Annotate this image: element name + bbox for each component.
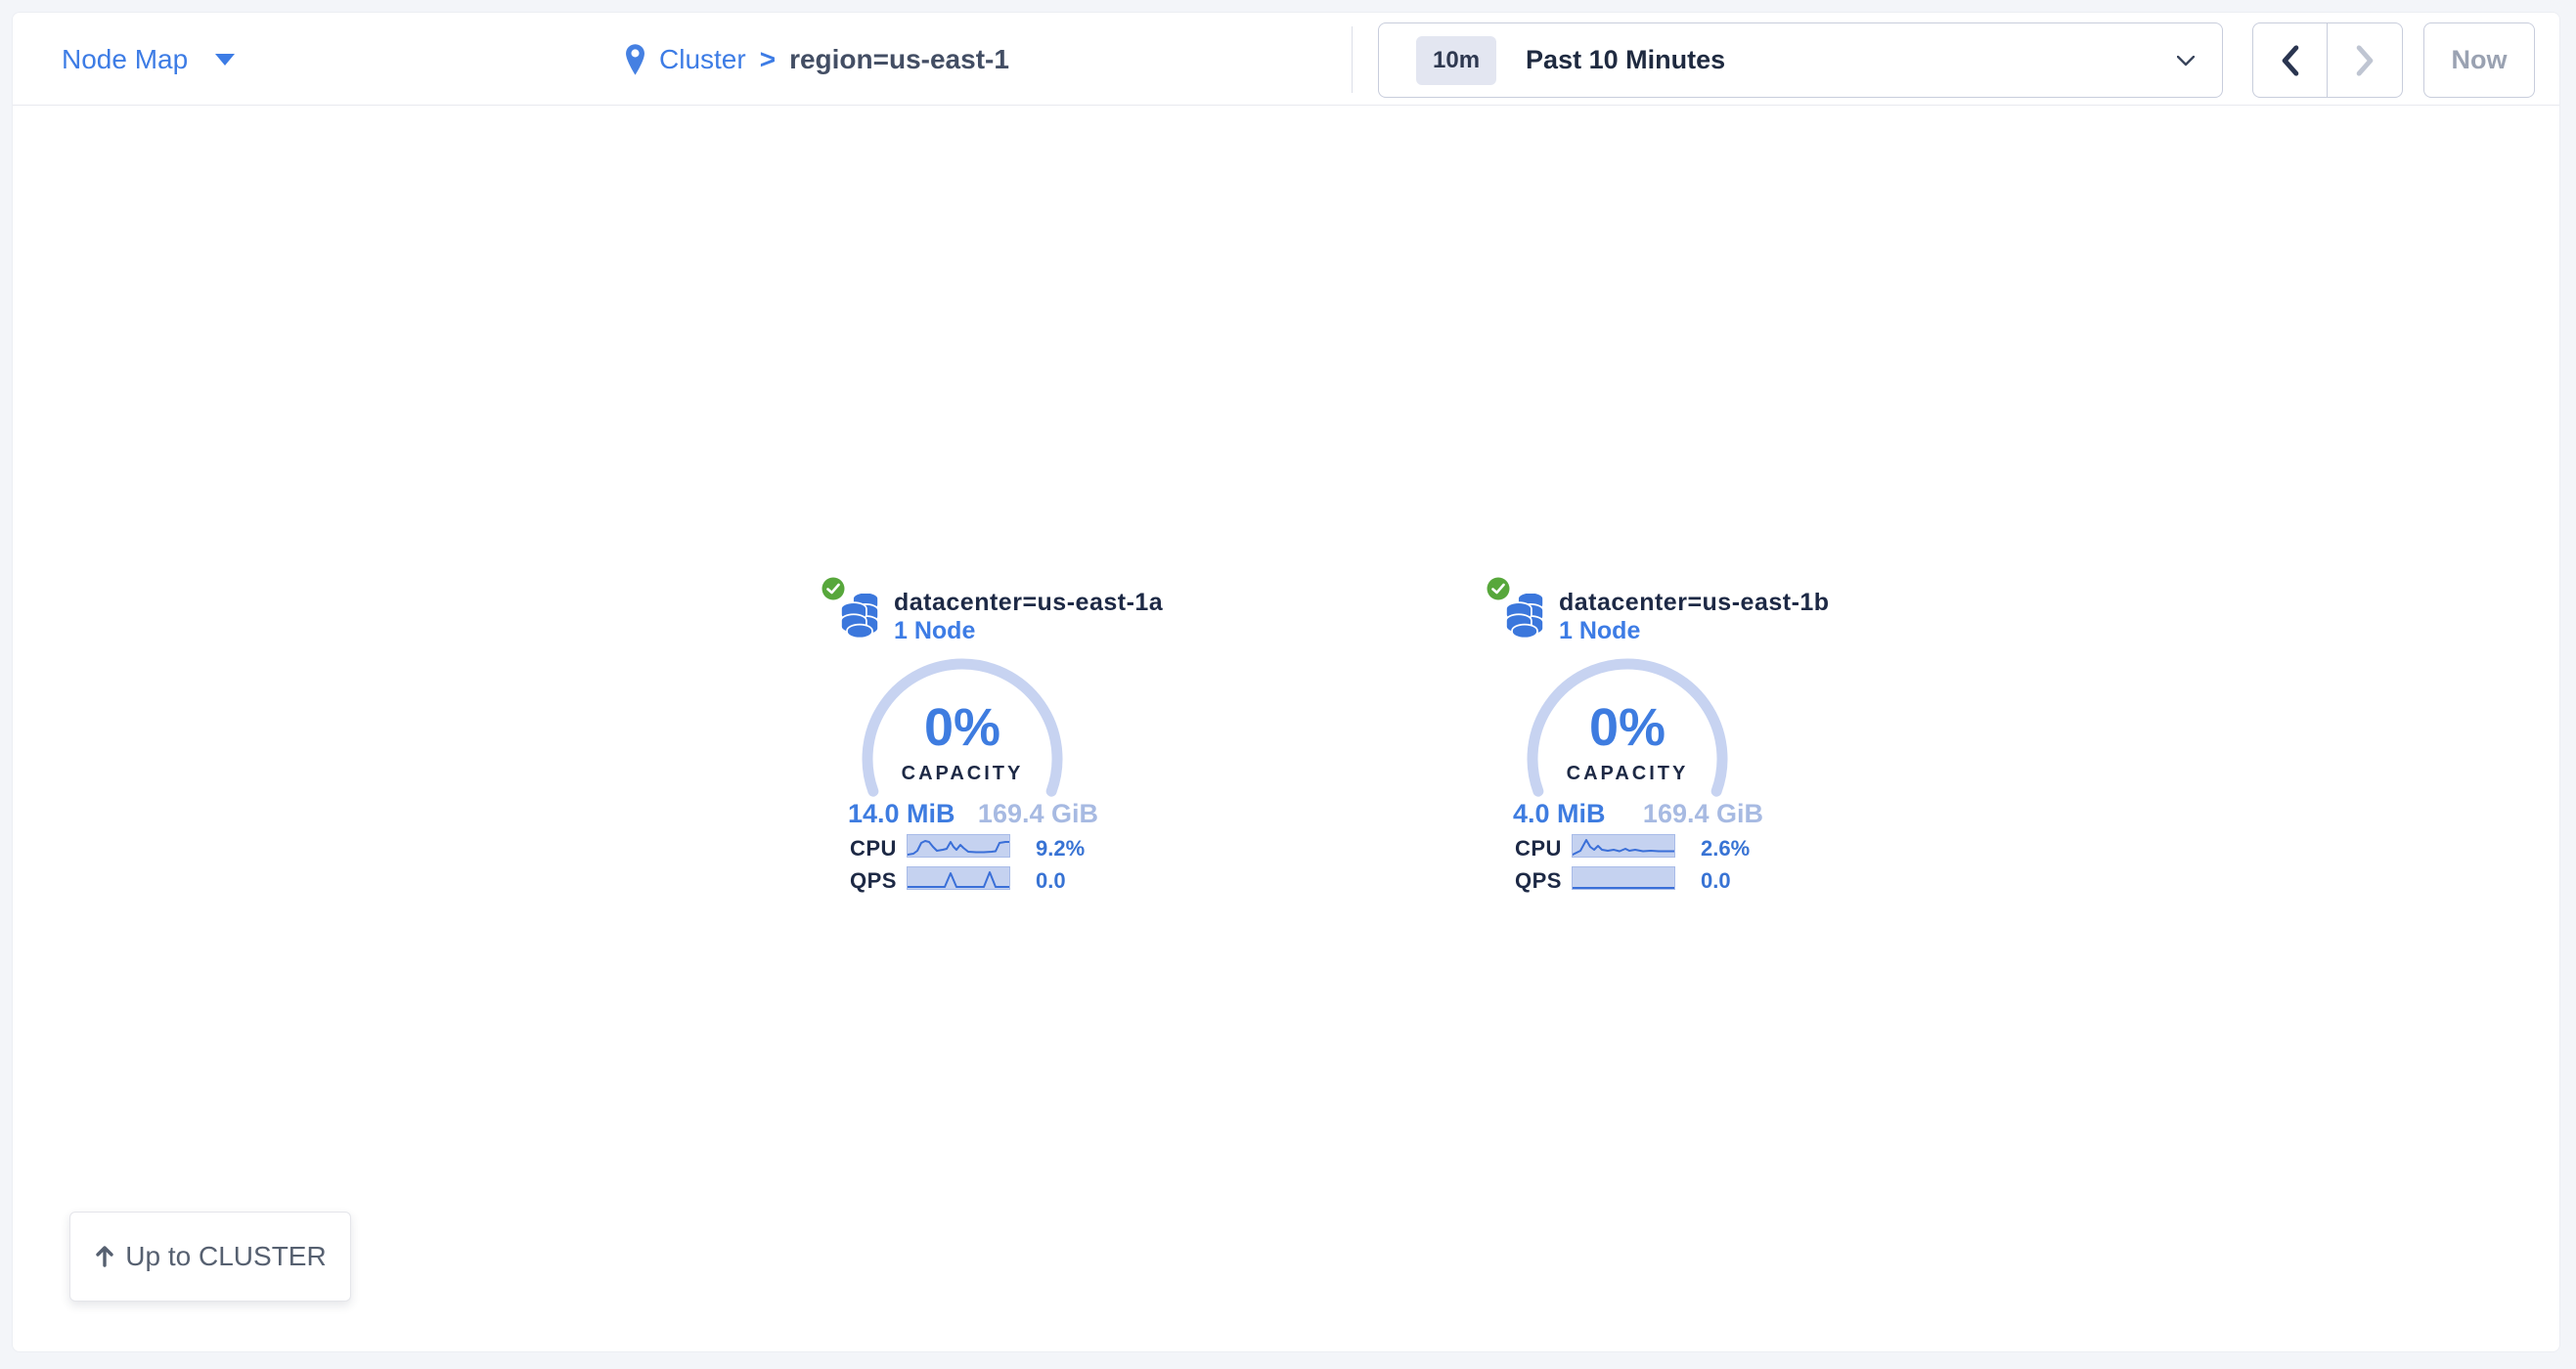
cpu-sparkline: [907, 834, 1010, 858]
locality-title: datacenter=us-east-1b: [1559, 589, 1830, 617]
now-button[interactable]: Now: [2423, 22, 2535, 98]
breadcrumb: Cluster > region=us-east-1: [625, 13, 1009, 106]
up-to-cluster-label: Up to CLUSTER: [125, 1241, 326, 1272]
capacity-total: 169.4 GiB: [978, 799, 1098, 829]
chevron-right-icon: [2353, 45, 2376, 76]
metric-label: QPS: [1515, 868, 1562, 894]
locality-node-count: 1 Node: [894, 617, 975, 645]
metric-label: CPU: [1515, 836, 1562, 861]
metric-value: 9.2%: [1036, 836, 1085, 861]
header-divider: [1352, 26, 1353, 93]
metric-row-qps: QPS 0.0: [850, 866, 1104, 891]
view-selector-label: Node Map: [62, 44, 188, 75]
arrow-up-icon: [94, 1245, 115, 1268]
locality-card-us-east-1b[interactable]: datacenter=us-east-1b 1 Node 0% CAPACITY…: [1486, 574, 1769, 897]
locality-title: datacenter=us-east-1a: [894, 589, 1163, 617]
breadcrumb-cluster-link[interactable]: Cluster: [659, 44, 746, 75]
up-to-cluster-button[interactable]: Up to CLUSTER: [69, 1212, 351, 1302]
metric-label: CPU: [850, 836, 897, 861]
capacity-gauge-center: 0% CAPACITY: [1520, 701, 1735, 785]
metric-value: 0.0: [1701, 868, 1731, 894]
map-pin-icon: [625, 43, 645, 76]
database-stack-icon: [1503, 594, 1546, 644]
metric-value: 0.0: [1036, 868, 1066, 894]
metric-row-qps: QPS 0.0: [1515, 866, 1769, 891]
metric-row-cpu: CPU 2.6%: [1515, 834, 1769, 859]
database-stack-icon: [838, 594, 881, 644]
chevron-left-icon: [2279, 45, 2302, 76]
capacity-percent: 0%: [855, 701, 1070, 754]
time-range-dropdown[interactable]: 10m Past 10 Minutes: [1378, 22, 2223, 98]
capacity-used: 14.0 MiB: [848, 799, 955, 829]
time-range-badge: 10m: [1416, 36, 1496, 85]
capacity-range: 14.0 MiB 169.4 GiB: [848, 799, 1098, 829]
capacity-label: CAPACITY: [855, 763, 1070, 785]
chevron-down-icon: [2177, 56, 2195, 66]
metric-row-cpu: CPU 9.2%: [850, 834, 1104, 859]
qps-sparkline: [1572, 866, 1675, 890]
time-nav-buttons: [2252, 22, 2403, 98]
time-next-button[interactable]: [2328, 23, 2402, 97]
breadcrumb-current: region=us-east-1: [789, 44, 1009, 75]
metric-label: QPS: [850, 868, 897, 894]
node-map-panel: Node Map Cluster > region=us-east-1 10m …: [12, 12, 2560, 1352]
capacity-label: CAPACITY: [1520, 763, 1735, 785]
header-bar: Node Map Cluster > region=us-east-1 10m …: [13, 13, 2559, 106]
capacity-gauge-center: 0% CAPACITY: [855, 701, 1070, 785]
locality-node-count: 1 Node: [1559, 617, 1640, 645]
breadcrumb-separator: >: [760, 44, 776, 75]
metric-value: 2.6%: [1701, 836, 1750, 861]
time-prev-button[interactable]: [2253, 23, 2328, 97]
capacity-percent: 0%: [1520, 701, 1735, 754]
qps-sparkline: [907, 866, 1010, 890]
view-selector-dropdown[interactable]: Node Map: [62, 13, 235, 106]
cpu-sparkline: [1572, 834, 1675, 858]
capacity-range: 4.0 MiB 169.4 GiB: [1513, 799, 1763, 829]
locality-card-us-east-1a[interactable]: datacenter=us-east-1a 1 Node 0% CAPACITY…: [821, 574, 1104, 897]
capacity-total: 169.4 GiB: [1643, 799, 1763, 829]
time-range-label: Past 10 Minutes: [1526, 45, 1725, 75]
caret-down-icon: [215, 54, 235, 66]
capacity-used: 4.0 MiB: [1513, 799, 1606, 829]
